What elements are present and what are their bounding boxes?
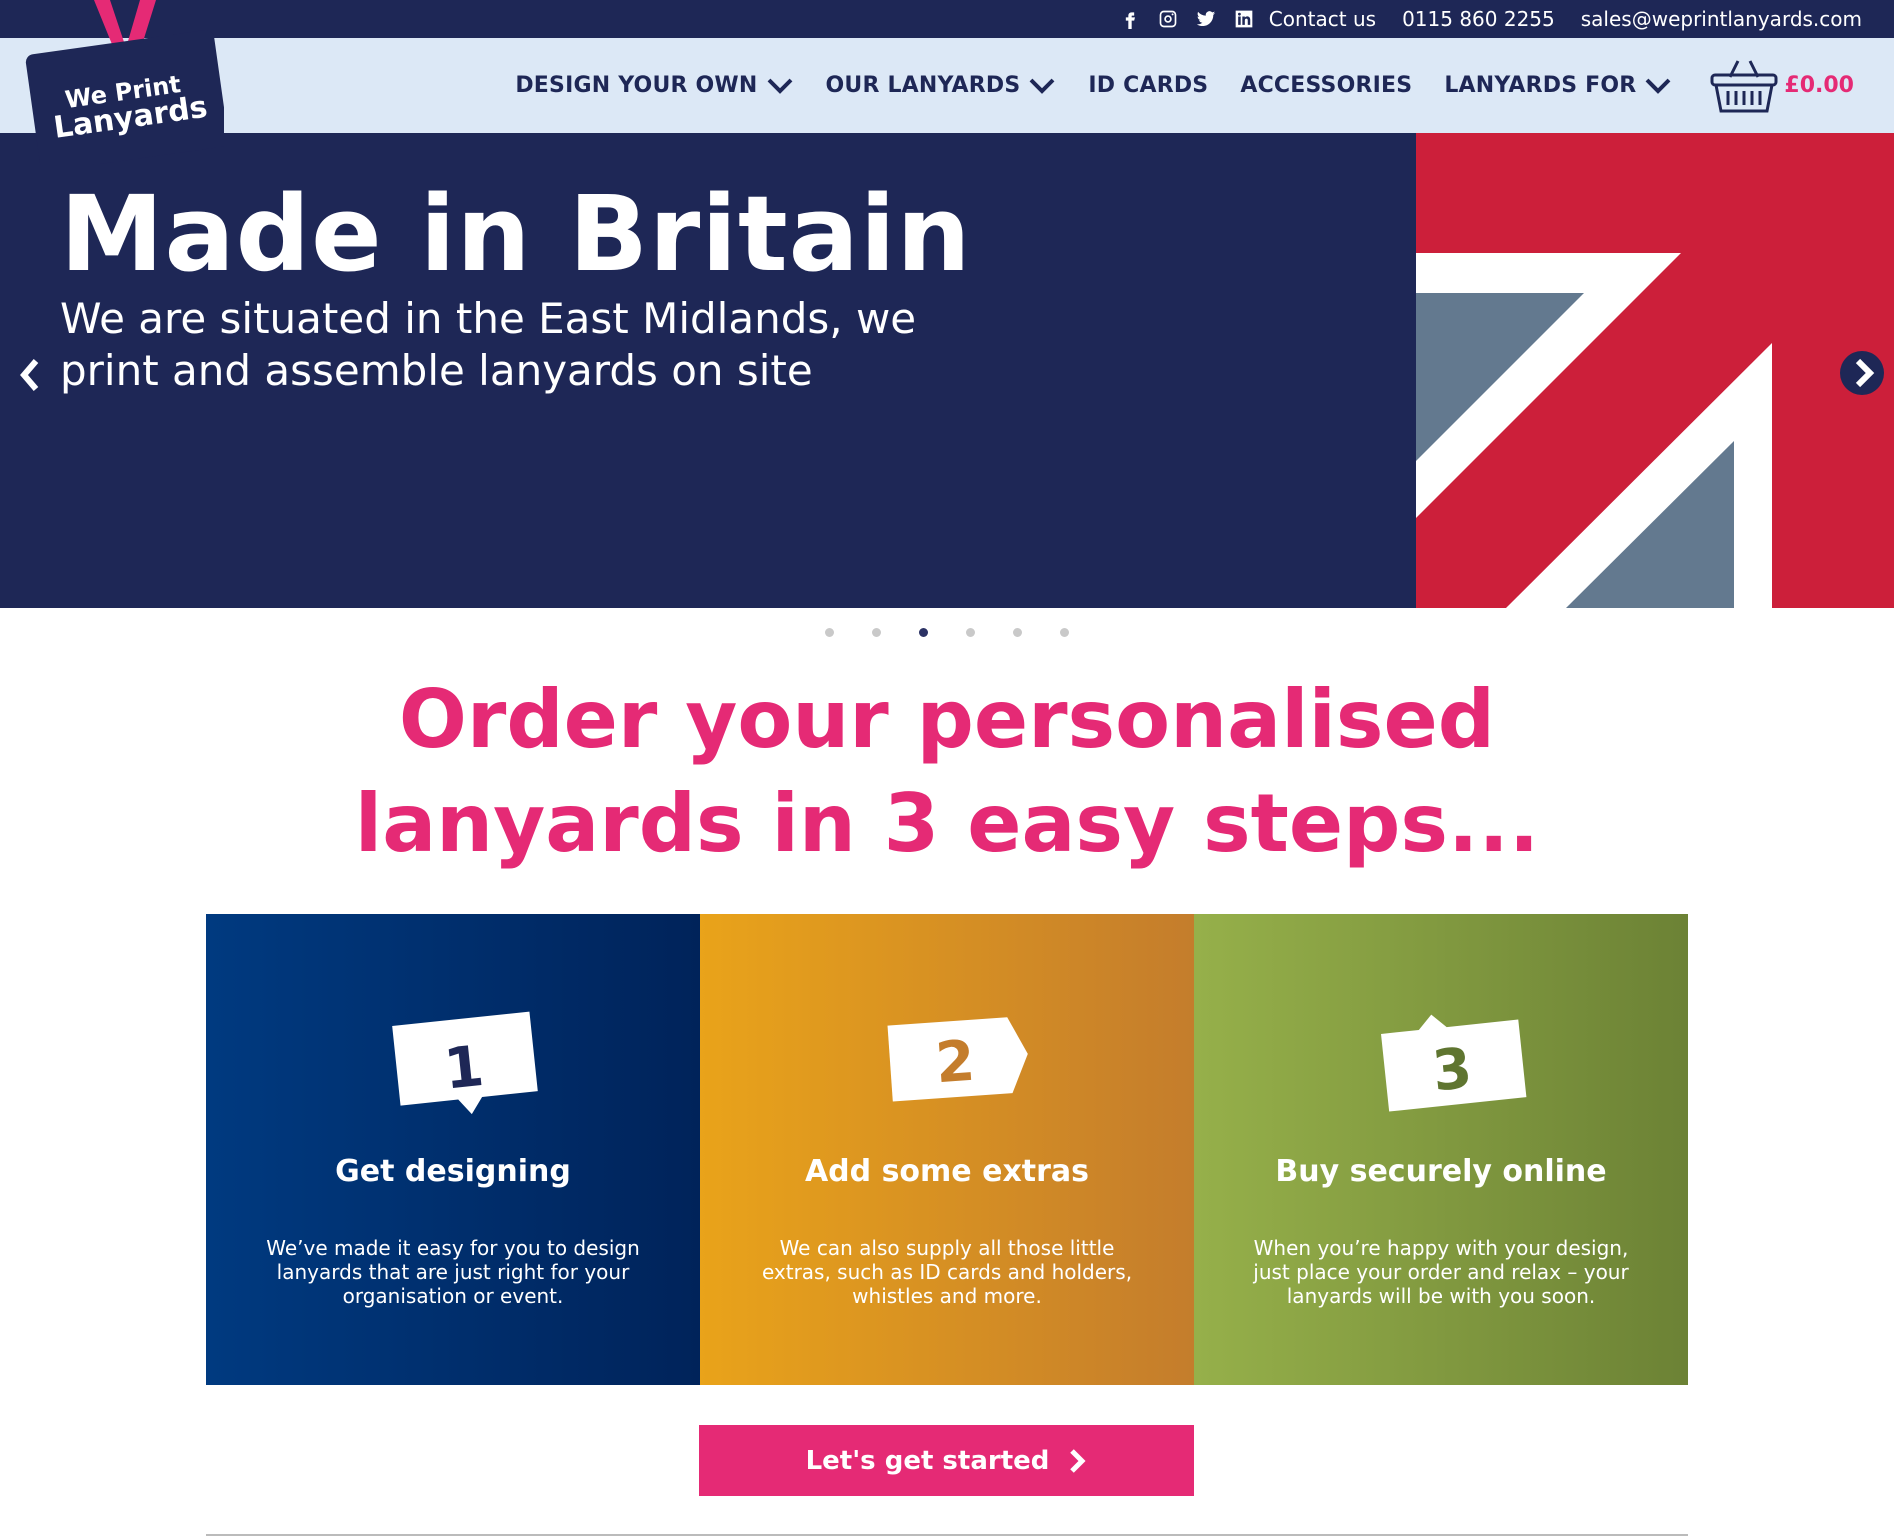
headline-line1: Order your personalised — [398, 673, 1496, 766]
chevron-left-icon — [20, 359, 39, 391]
top-bar: Contact us 0115 860 2255 sales@weprintla… — [0, 0, 1894, 38]
step-description: When you’re happy with your design, just… — [1253, 1236, 1629, 1308]
steps-panel: 1 Get designing We’ve made it easy for y… — [206, 914, 1688, 1385]
nav-item-accessories[interactable]: ACCESSORIES — [1240, 73, 1412, 98]
carousel-dots — [0, 628, 1894, 637]
section-headline: Order your personalised lanyards in 3 ea… — [0, 668, 1894, 876]
nav-item-id-cards[interactable]: ID CARDS — [1088, 73, 1208, 98]
contact-us-link[interactable]: Contact us — [1269, 7, 1376, 31]
linkedin-icon[interactable] — [1233, 8, 1255, 30]
nav-item-label: ID CARDS — [1088, 73, 1209, 98]
top-bar-links: Contact us 0115 860 2255 sales@weprintla… — [1103, 0, 1862, 38]
step-title: Buy securely online — [1275, 1154, 1607, 1189]
facebook-icon[interactable] — [1119, 8, 1141, 30]
basket-icon — [1710, 59, 1778, 112]
union-flag-image — [1416, 133, 1894, 608]
step-number: 2 — [934, 1029, 977, 1097]
carousel-dot[interactable] — [872, 628, 881, 637]
hero-title: Made in Britain — [60, 173, 972, 295]
step-card-2: 2 Add some extras We can also supply all… — [700, 914, 1194, 1385]
headline-line2: lanyards in 3 easy steps... — [354, 777, 1540, 870]
step-number: 3 — [1429, 1036, 1475, 1105]
hero-subtitle: We are situated in the East Midlands, we… — [60, 294, 917, 395]
step-card-1: 1 Get designing We’ve made it easy for y… — [206, 914, 700, 1385]
chevron-right-icon — [1070, 1448, 1086, 1473]
carousel-dot-active[interactable] — [919, 628, 928, 637]
nav-menu: DESIGN YOUR OWN OUR LANYARDS ID CARDS AC… — [483, 38, 1854, 133]
chevron-down-icon — [1030, 78, 1055, 94]
step-description: We can also supply all those little extr… — [761, 1236, 1133, 1308]
cart-button[interactable]: £0.00 — [1708, 55, 1854, 117]
nav-item-our-lanyards[interactable]: OUR LANYARDS — [826, 73, 1057, 98]
carousel-prev-button[interactable] — [14, 353, 44, 397]
email-link[interactable]: sales@weprintlanyards.com — [1581, 7, 1862, 31]
nav-item-label: OUR LANYARDS — [825, 73, 1021, 98]
tab-card-icon: 3 — [1381, 1014, 1527, 1112]
site-logo[interactable]: We Print Lanyards — [24, 0, 229, 172]
nav-item-lanyards-for[interactable]: LANYARDS FOR — [1444, 73, 1672, 98]
carousel-next-button[interactable] — [1840, 351, 1884, 395]
instagram-icon[interactable] — [1157, 8, 1179, 30]
step-title: Get designing — [335, 1154, 571, 1189]
carousel-dot[interactable] — [966, 628, 975, 637]
tag-icon: 2 — [887, 1017, 1028, 1102]
chevron-down-icon — [1645, 78, 1671, 94]
get-started-label: Let's get started — [805, 1445, 1050, 1476]
nav-item-design-your-own[interactable]: DESIGN YOUR OWN — [515, 73, 793, 98]
nav-item-label: DESIGN YOUR OWN — [515, 73, 758, 98]
phone-link[interactable]: 0115 860 2255 — [1402, 7, 1555, 31]
step-number: 1 — [441, 1034, 487, 1103]
speech-bubble-icon: 1 — [392, 1011, 538, 1115]
step-description: We’ve made it easy for you to design lan… — [266, 1236, 640, 1308]
hero-carousel: Made in Britain We are situated in the E… — [0, 133, 1894, 608]
step-title: Add some extras — [804, 1154, 1090, 1189]
get-started-button[interactable]: Let's get started — [699, 1425, 1194, 1496]
chevron-down-icon — [767, 78, 792, 94]
nav-item-label: LANYARDS FOR — [1444, 73, 1637, 98]
chevron-right-icon — [1855, 358, 1875, 388]
cart-total: £0.00 — [1784, 73, 1854, 98]
carousel-dot[interactable] — [1060, 628, 1069, 637]
carousel-dot[interactable] — [1013, 628, 1022, 637]
nav-item-label: ACCESSORIES — [1240, 73, 1413, 98]
step-card-3: 3 Buy securely online When you’re happy … — [1194, 914, 1688, 1385]
twitter-icon[interactable] — [1195, 8, 1217, 30]
carousel-dot[interactable] — [825, 628, 834, 637]
